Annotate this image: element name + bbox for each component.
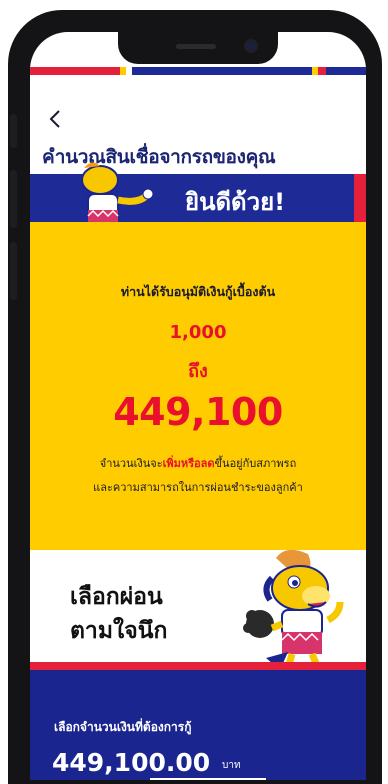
approval-note-line2: และความสามารถในการผ่อนชำระของลูกค้า bbox=[93, 481, 303, 494]
note-suffix: ขึ้นอยู่กับสภาพรถ bbox=[214, 457, 297, 470]
loan-amount-input[interactable]: 449,100.00 bbox=[52, 748, 210, 777]
promo-line2: ตามใจนึก bbox=[70, 618, 168, 644]
promo-line1: เลือกผ่อน bbox=[70, 584, 163, 610]
max-amount: 449,100 bbox=[113, 390, 283, 434]
section-divider bbox=[30, 662, 366, 670]
side-button bbox=[10, 242, 17, 300]
note-prefix: จำนวนเงินจะ bbox=[99, 457, 163, 470]
chevron-left-icon bbox=[49, 110, 60, 128]
input-underline bbox=[150, 778, 266, 780]
speaker bbox=[176, 44, 216, 49]
congrats-text: ยินดีด้วย! bbox=[185, 188, 286, 216]
banner-accent bbox=[354, 174, 366, 222]
back-button[interactable] bbox=[48, 108, 78, 138]
promo-title: เลือกผ่อน ตามใจนึก bbox=[70, 580, 167, 648]
note-highlight: เพิ่มหรือลด bbox=[162, 457, 215, 470]
loan-amount-label: เลือกจำนวนเงินที่ต้องการกู้ bbox=[54, 720, 192, 734]
approval-label: ท่านได้รับอนุมัติเงินกู้เบื้องต้น bbox=[120, 284, 276, 299]
loan-amount-panel: เลือกจำนวนเงินที่ต้องการกู้ 449,100.00 บ… bbox=[30, 670, 366, 780]
brand-stripe bbox=[30, 67, 366, 75]
approval-panel: ท่านได้รับอนุมัติเงินกู้เบื้องต้น 1,000 … bbox=[30, 222, 366, 550]
app-screen: คำนวณสินเชื่อจากรถของคุณ ยินดีด้วย! ท่าน… bbox=[30, 32, 366, 780]
phone-frame: คำนวณสินเชื่อจากรถของคุณ ยินดีด้วย! ท่าน… bbox=[8, 10, 382, 784]
camera bbox=[246, 41, 256, 51]
horse-mascot-icon bbox=[243, 549, 344, 670]
to-label: ถึง bbox=[188, 361, 208, 382]
approval-note-line1: จำนวนเงินจะเพิ่มหรือลดขึ้นอยู่กับสภาพรถ bbox=[30, 454, 366, 472]
side-button bbox=[10, 114, 17, 148]
side-button bbox=[10, 170, 17, 228]
loan-amount-unit: บาท bbox=[222, 760, 241, 771]
min-amount: 1,000 bbox=[169, 322, 227, 343]
notch bbox=[118, 32, 278, 64]
